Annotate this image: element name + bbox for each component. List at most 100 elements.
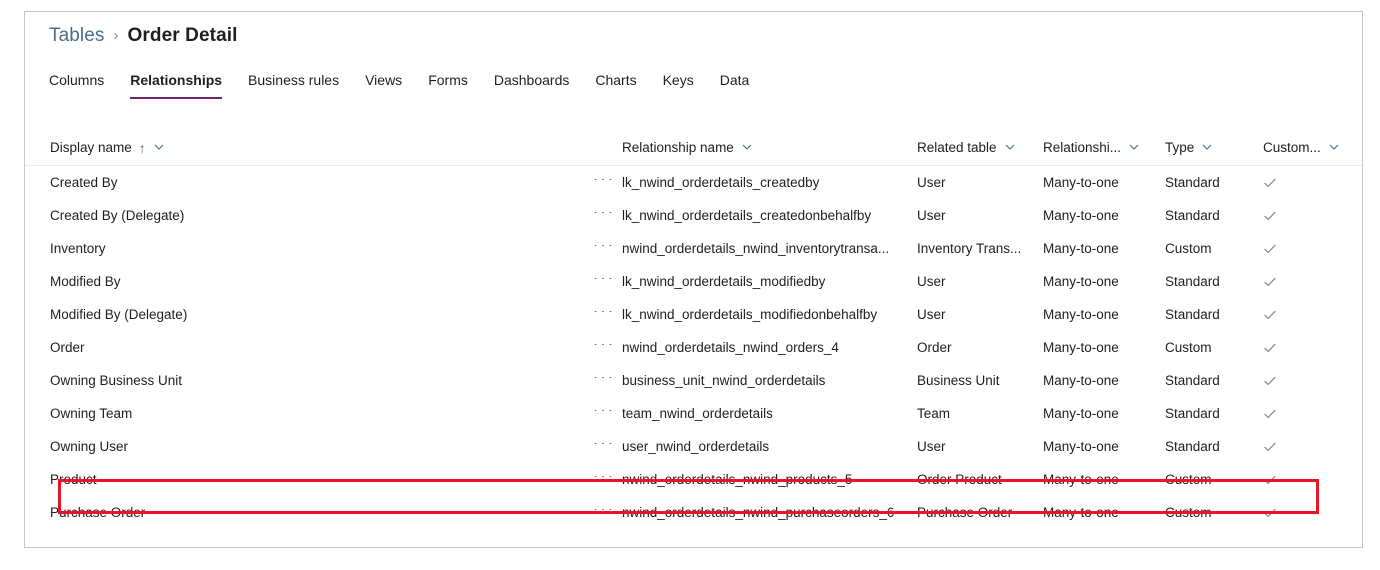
row-actions-button[interactable]: ··· (555, 476, 622, 484)
cell-display-name[interactable]: Inventory (25, 241, 555, 256)
cell-display-name[interactable]: Product (25, 472, 555, 487)
cell-display-name[interactable]: Modified By (25, 274, 555, 289)
table-row[interactable]: Modified By (Delegate) ··· lk_nwind_orderd… (25, 298, 1362, 331)
cell-display-name[interactable]: Owning Team (25, 406, 555, 421)
more-options-icon[interactable]: ··· (593, 278, 616, 285)
chevron-down-icon[interactable] (1129, 142, 1139, 152)
row-actions-button[interactable]: ··· (555, 509, 622, 517)
row-actions-button[interactable]: ··· (555, 179, 622, 187)
breadcrumb-tables-link[interactable]: Tables (49, 25, 105, 47)
tab-dashboards[interactable]: Dashboards (481, 69, 583, 99)
more-options-icon[interactable]: ··· (593, 179, 616, 186)
cell-customizable (1263, 209, 1358, 223)
table-row[interactable]: Inventory ··· nwind_orderdetails_nwind_inv… (25, 232, 1362, 265)
table-row[interactable]: Created By ··· lk_nwind_orderdetails_creat… (25, 166, 1362, 199)
tab-business-rules[interactable]: Business rules (235, 69, 352, 99)
table-row[interactable]: Created By (Delegate) ··· lk_nwind_orderde… (25, 199, 1362, 232)
cell-display-name[interactable]: Purchase Order (25, 505, 555, 520)
cell-relationship-name: lk_nwind_orderdetails_modifiedby (622, 274, 826, 289)
cell-customizable (1263, 374, 1358, 388)
row-actions-button[interactable]: ··· (555, 212, 622, 220)
cell-relationship-name: lk_nwind_orderdetails_createdonbehalfby (622, 208, 872, 223)
table-row[interactable]: Purchase Order ··· nwind_orderdetails_nwin… (25, 496, 1362, 529)
cell-customizable (1263, 176, 1358, 190)
more-options-icon[interactable]: ··· (593, 344, 616, 351)
more-options-icon[interactable]: ··· (593, 443, 616, 450)
checkmark-icon (1263, 473, 1277, 487)
row-actions-button[interactable]: ··· (555, 311, 622, 319)
table-row[interactable]: Owning User ··· user_nwind_orderdetails Use… (25, 430, 1362, 463)
breadcrumb-separator-icon: › (113, 27, 119, 44)
cell-display-name[interactable]: Created By (25, 175, 555, 190)
cell-customizable (1263, 440, 1358, 454)
tab-charts[interactable]: Charts (582, 69, 649, 99)
chevron-down-icon[interactable] (1005, 142, 1015, 152)
column-header-customizable[interactable]: Custom... (1263, 140, 1358, 155)
more-options-icon[interactable]: ··· (593, 311, 616, 318)
cell-relationship-type: Many-to-one (1043, 439, 1119, 454)
cell-related-table: User (917, 175, 946, 190)
cell-display-name[interactable]: Owning Business Unit (25, 373, 555, 388)
column-header-type-label: Type (1165, 140, 1195, 155)
cell-display-name[interactable]: Order (25, 340, 555, 355)
row-actions-button[interactable]: ··· (555, 443, 622, 451)
cell-related-table: Order Product (917, 472, 1002, 487)
chevron-down-icon[interactable] (1202, 142, 1212, 152)
cell-type: Custom (1165, 505, 1212, 520)
tab-columns[interactable]: Columns (48, 69, 117, 99)
row-actions-button[interactable]: ··· (555, 344, 622, 352)
cell-customizable (1263, 275, 1358, 289)
more-options-icon[interactable]: ··· (593, 476, 616, 483)
column-header-relationship-type[interactable]: Relationshi... (1043, 140, 1165, 155)
cell-customizable (1263, 473, 1358, 487)
column-header-relationship-name-label: Relationship name (622, 140, 734, 155)
column-header-display-name[interactable]: Display name ↑ (25, 140, 555, 155)
cell-display-name[interactable]: Owning User (25, 439, 555, 454)
cell-related-table: Team (917, 406, 951, 421)
relationships-table: Display name ↑ Relationship name Related… (25, 130, 1362, 529)
cell-relationship-name: lk_nwind_orderdetails_createdby (622, 175, 820, 190)
cell-relationship-type: Many-to-one (1043, 274, 1119, 289)
row-actions-button[interactable]: ··· (555, 278, 622, 286)
cell-type: Standard (1165, 307, 1220, 322)
more-options-icon[interactable]: ··· (593, 509, 616, 516)
cell-type: Custom (1165, 472, 1212, 487)
table-row[interactable]: Order ··· nwind_orderdetails_nwind_orders_… (25, 331, 1362, 364)
cell-relationship-type: Many-to-one (1043, 373, 1119, 388)
tab-data[interactable]: Data (707, 69, 763, 99)
chevron-down-icon[interactable] (154, 142, 164, 152)
cell-display-name[interactable]: Modified By (Delegate) (25, 307, 555, 322)
cell-display-name[interactable]: Created By (Delegate) (25, 208, 555, 223)
cell-relationship-name: team_nwind_orderdetails (622, 406, 773, 421)
row-actions-button[interactable]: ··· (555, 410, 622, 418)
more-options-icon[interactable]: ··· (593, 245, 616, 252)
checkmark-icon (1263, 440, 1277, 454)
table-row[interactable]: Owning Team ··· team_nwind_orderdetails Tea… (25, 397, 1362, 430)
tab-forms[interactable]: Forms (415, 69, 481, 99)
table-row[interactable]: Product ··· nwind_orderdetails_nwind_produ… (25, 463, 1362, 496)
column-header-related-table-label: Related table (917, 140, 997, 155)
table-row[interactable]: Owning Business Unit ··· business_unit_nwi… (25, 364, 1362, 397)
column-header-relationship-name[interactable]: Relationship name (622, 140, 917, 155)
cell-relationship-name: nwind_orderdetails_nwind_purchaseorders_… (622, 505, 895, 520)
tab-keys[interactable]: Keys (650, 69, 707, 99)
column-header-related-table[interactable]: Related table (917, 140, 1043, 155)
cell-customizable (1263, 506, 1358, 520)
tab-views[interactable]: Views (352, 69, 415, 99)
cell-customizable (1263, 407, 1358, 421)
more-options-icon[interactable]: ··· (593, 212, 616, 219)
relationships-panel: Tables › Order Detail Columns Relationshi… (24, 11, 1363, 548)
more-options-icon[interactable]: ··· (593, 410, 616, 417)
table-body: Created By ··· lk_nwind_orderdetails_creat… (25, 166, 1362, 529)
more-options-icon[interactable]: ··· (593, 377, 616, 384)
row-actions-button[interactable]: ··· (555, 245, 622, 253)
checkmark-icon (1263, 242, 1277, 256)
tab-relationships[interactable]: Relationships (117, 69, 235, 99)
cell-customizable (1263, 242, 1358, 256)
row-actions-button[interactable]: ··· (555, 377, 622, 385)
column-header-type[interactable]: Type (1165, 140, 1263, 155)
chevron-down-icon[interactable] (742, 142, 752, 152)
table-row[interactable]: Modified By ··· lk_nwind_orderdetails_modi… (25, 265, 1362, 298)
chevron-down-icon[interactable] (1329, 142, 1339, 152)
cell-relationship-name: nwind_orderdetails_nwind_inventorytransa… (622, 241, 890, 256)
